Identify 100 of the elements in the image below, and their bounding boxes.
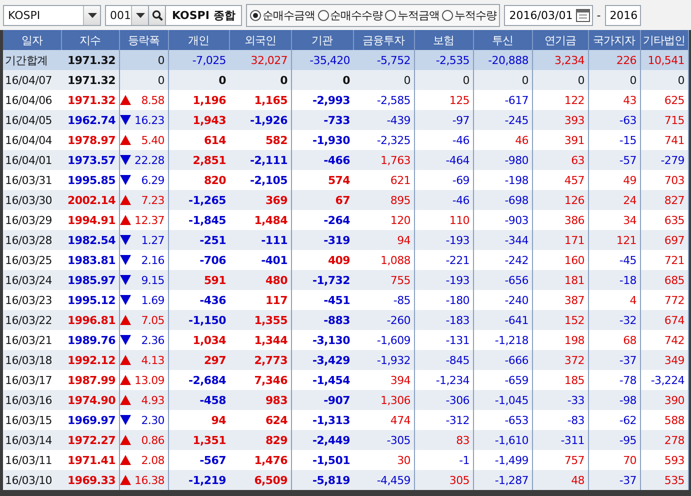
column-header[interactable]: 개인 xyxy=(168,30,229,50)
date-cell: 16/03/18 xyxy=(3,350,61,370)
value-cell: 48 xyxy=(532,470,588,490)
caret-icon xyxy=(88,12,96,18)
date-cell: 16/03/17 xyxy=(3,370,61,390)
code-value: 001 xyxy=(109,8,131,24)
column-header[interactable]: 보험 xyxy=(414,30,473,50)
mode-radio[interactable]: 누적수량 xyxy=(442,8,496,22)
value-cell: -3,130 xyxy=(291,330,353,350)
column-header[interactable]: 외국인 xyxy=(229,30,291,50)
search-icon xyxy=(152,10,162,20)
column-header[interactable]: 지수 xyxy=(61,30,119,50)
value-cell: -1,265 xyxy=(168,190,229,210)
date-separator: - xyxy=(596,8,601,22)
value-cell: -466 xyxy=(291,150,353,170)
date-cell: 16/03/31 xyxy=(3,170,61,190)
value-cell: 1,196 xyxy=(168,90,229,110)
change-value: 1.69 xyxy=(141,294,164,306)
column-header[interactable]: 투신 xyxy=(473,30,532,50)
value-cell: 1,034 xyxy=(168,330,229,350)
value-cell: -1,287 xyxy=(473,470,532,490)
value-cell: -458 xyxy=(168,390,229,410)
date-cell: 기간합계 xyxy=(3,50,61,70)
value-cell: 0 xyxy=(291,70,353,90)
date-field[interactable]: 2016/03/01 xyxy=(504,4,593,26)
value-cell: 409 xyxy=(291,250,353,270)
value-cell: -2,993 xyxy=(291,90,353,110)
date-cell: 16/03/24 xyxy=(3,270,61,290)
search-button[interactable] xyxy=(148,4,166,26)
column-header[interactable]: 연기금 xyxy=(532,30,588,50)
index-name: KOSPI 종합 xyxy=(165,4,242,26)
value-cell: -35,420 xyxy=(291,50,353,70)
value-cell: -1,150 xyxy=(168,310,229,330)
date-cell: 16/04/05 xyxy=(3,110,61,130)
market-combo[interactable]: KOSPI xyxy=(3,4,101,26)
change-value: 16.23 xyxy=(134,114,164,126)
value-cell: -319 xyxy=(291,230,353,250)
column-header[interactable]: 금융투자 xyxy=(353,30,414,50)
caret-icon xyxy=(136,12,144,18)
value-cell: 2,851 xyxy=(168,150,229,170)
value-cell: 0 xyxy=(168,70,229,90)
change-value: 5.40 xyxy=(141,134,164,146)
value-cell: -2,684 xyxy=(168,370,229,390)
value-cell: -1,219 xyxy=(168,470,229,490)
date-cell: 16/03/22 xyxy=(3,310,61,330)
value-cell: -4,459 xyxy=(353,470,414,490)
value-cell: -1,501 xyxy=(291,450,353,470)
code-combo[interactable]: 001 xyxy=(105,4,149,26)
value-cell: 67 xyxy=(291,190,353,210)
value-cell: -883 xyxy=(291,310,353,330)
mode-radio[interactable]: 누적금액 xyxy=(385,8,440,22)
value-cell: 1,351 xyxy=(168,430,229,450)
date-field[interactable]: 2016 xyxy=(604,4,641,26)
column-header[interactable]: 국가지자 xyxy=(588,30,640,50)
change-value: 13.09 xyxy=(134,374,164,386)
date-cell: 16/03/23 xyxy=(3,290,61,310)
change-value: 2.36 xyxy=(141,334,164,346)
value-cell: -3,429 xyxy=(291,350,353,370)
date-cell: 16/03/25 xyxy=(3,250,61,270)
calendar-icon[interactable] xyxy=(576,8,590,22)
value-cell: -1,732 xyxy=(291,270,353,290)
date-cell: 16/03/30 xyxy=(3,190,61,210)
column-header[interactable]: 등락폭 xyxy=(119,30,168,50)
column-header[interactable]: 기타법인 xyxy=(640,30,688,50)
value-cell: -37 xyxy=(588,470,640,490)
market-value: KOSPI xyxy=(7,8,42,24)
change-value: 4.13 xyxy=(141,354,164,366)
column-header[interactable]: 기관 xyxy=(291,30,353,50)
date-cell: 16/03/15 xyxy=(3,410,61,430)
value-cell: -1,313 xyxy=(291,410,353,430)
value-cell: -907 xyxy=(291,390,353,410)
value-cell: 1,943 xyxy=(168,110,229,130)
dropdown-button[interactable] xyxy=(131,6,148,24)
date-cell: 16/04/01 xyxy=(3,150,61,170)
change-value: 12.37 xyxy=(134,214,164,226)
change-value: 22.28 xyxy=(134,154,164,166)
column-header[interactable]: 일자 xyxy=(3,30,61,50)
value-cell: -7,025 xyxy=(168,50,229,70)
value-cell: 591 xyxy=(168,270,229,290)
date-cell: 16/04/06 xyxy=(3,90,61,110)
date-cell: 16/03/10 xyxy=(3,470,61,490)
value-cell: -1,930 xyxy=(291,130,353,150)
mode-radio[interactable]: 순매수수량 xyxy=(318,8,382,22)
date-cell: 16/03/28 xyxy=(3,230,61,250)
change-value: 16.38 xyxy=(134,474,164,486)
change-value: 1.27 xyxy=(141,234,164,246)
value-cell: -436 xyxy=(168,290,229,310)
date-cell: 16/03/21 xyxy=(3,330,61,350)
mode-radio[interactable]: 순매수금액 xyxy=(250,8,315,22)
value-cell: 94 xyxy=(168,410,229,430)
change-value: 2.30 xyxy=(141,414,164,426)
change-value: 7.05 xyxy=(141,314,164,326)
date-cell: 16/04/04 xyxy=(3,130,61,150)
date-cell: 16/04/07 xyxy=(3,70,61,90)
change-value: 7.23 xyxy=(141,194,164,206)
value-cell: -567 xyxy=(168,450,229,470)
index-cell: 1969.33 xyxy=(61,470,119,490)
date-cell: 16/03/29 xyxy=(3,210,61,230)
dropdown-button[interactable] xyxy=(83,6,100,24)
change-value: 0.86 xyxy=(141,434,164,446)
